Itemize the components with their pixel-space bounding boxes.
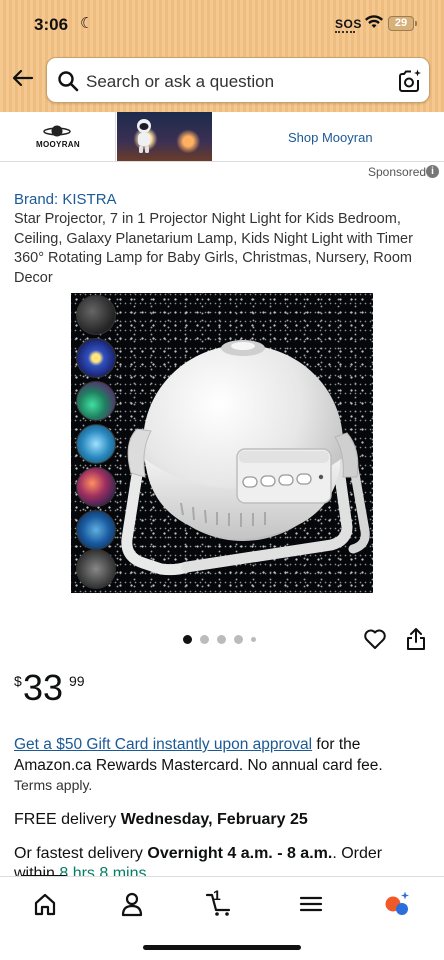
info-icon[interactable]: i: [426, 165, 439, 178]
fastest-delivery-info: Or fastest delivery Overnight 4 a.m. - 8…: [14, 844, 434, 876]
terms-text: Terms apply.: [14, 777, 93, 793]
shop-brand-link[interactable]: Shop Mooyran: [288, 130, 373, 145]
free-delivery-date: Wednesday, February 25: [120, 811, 308, 828]
pagination-dot-3[interactable]: [217, 635, 226, 644]
sponsored-label: Sponsored: [368, 165, 427, 179]
gift-card-offer-link[interactable]: Get a $50 Gift Card instantly upon appro…: [14, 736, 312, 753]
home-icon[interactable]: [30, 889, 60, 919]
order-label: . Order: [332, 845, 383, 862]
moon-icon: ☾: [80, 15, 94, 32]
pagination-dot-5[interactable]: [251, 637, 256, 642]
fastest-delivery-label: Or fastest delivery: [14, 845, 148, 862]
credit-card-offer: Get a $50 Gift Card instantly upon appro…: [14, 734, 434, 776]
bottom-navigation: 1: [0, 876, 444, 960]
price-currency: $: [14, 673, 22, 689]
projection-thumbnail-2: [76, 338, 116, 378]
status-bar: 3:06 ☾ SOS 29: [0, 0, 444, 50]
projection-thumbnail-7: [76, 549, 116, 589]
projection-thumbnail-3: [76, 381, 116, 421]
price-whole: 33: [23, 667, 64, 708]
star-projector-illustration: [121, 340, 370, 576]
projection-thumbnail-1: [76, 295, 116, 335]
free-delivery-label: FREE delivery: [14, 811, 121, 828]
cart-count: 1: [213, 887, 221, 903]
sos-indicator: SOS: [335, 17, 362, 31]
app-header: 3:06 ☾ SOS 29 Search or ask a question: [0, 0, 444, 112]
fastest-delivery-window: Overnight 4 a.m. - 8 a.m.: [147, 845, 333, 862]
ad-product-image[interactable]: [117, 112, 212, 161]
brand-link[interactable]: Brand: KISTRA: [14, 191, 117, 208]
brand-logo-text: MOOYRAN: [36, 140, 80, 149]
menu-icon[interactable]: [296, 889, 326, 919]
product-image[interactable]: [71, 293, 373, 593]
camera-lens-icon[interactable]: [397, 68, 423, 94]
sponsored-brand-banner[interactable]: MOOYRAN Shop Mooyran: [0, 112, 444, 162]
brand-logo[interactable]: MOOYRAN: [0, 112, 116, 161]
battery-icon: 29: [388, 16, 414, 31]
projection-thumbnail-4: [76, 424, 116, 464]
astronaut-figure-icon: [137, 119, 151, 153]
free-delivery-info: FREE delivery Wednesday, February 25: [14, 811, 308, 829]
pagination-dot-4[interactable]: [234, 635, 243, 644]
planet-logo-icon: [43, 125, 71, 137]
search-icon: [58, 71, 79, 92]
rufus-assistant-icon[interactable]: [382, 889, 412, 919]
home-indicator: [143, 945, 301, 950]
signal-dots-icon: [335, 31, 355, 33]
image-pagination[interactable]: [183, 635, 263, 645]
search-bar[interactable]: Search or ask a question: [46, 57, 430, 103]
pagination-dot-1[interactable]: [183, 635, 192, 644]
account-icon[interactable]: [117, 889, 147, 919]
search-input[interactable]: Search or ask a question: [86, 72, 274, 92]
price-fraction: 99: [69, 673, 85, 689]
product-title: Star Projector, 7 in 1 Projector Night L…: [14, 211, 413, 286]
cart-button[interactable]: 1: [205, 887, 235, 919]
wifi-icon: [365, 15, 383, 28]
projection-thumbnail-5: [76, 467, 116, 507]
share-icon[interactable]: [405, 627, 427, 651]
order-countdown: 8 hrs 8 mins: [59, 865, 147, 876]
pagination-dot-2[interactable]: [200, 635, 209, 644]
projection-thumbnail-6: [76, 510, 116, 550]
status-time: 3:06: [34, 15, 69, 34]
heart-icon[interactable]: [363, 628, 387, 650]
back-arrow-icon[interactable]: [11, 66, 35, 90]
battery-tip: [415, 21, 417, 26]
